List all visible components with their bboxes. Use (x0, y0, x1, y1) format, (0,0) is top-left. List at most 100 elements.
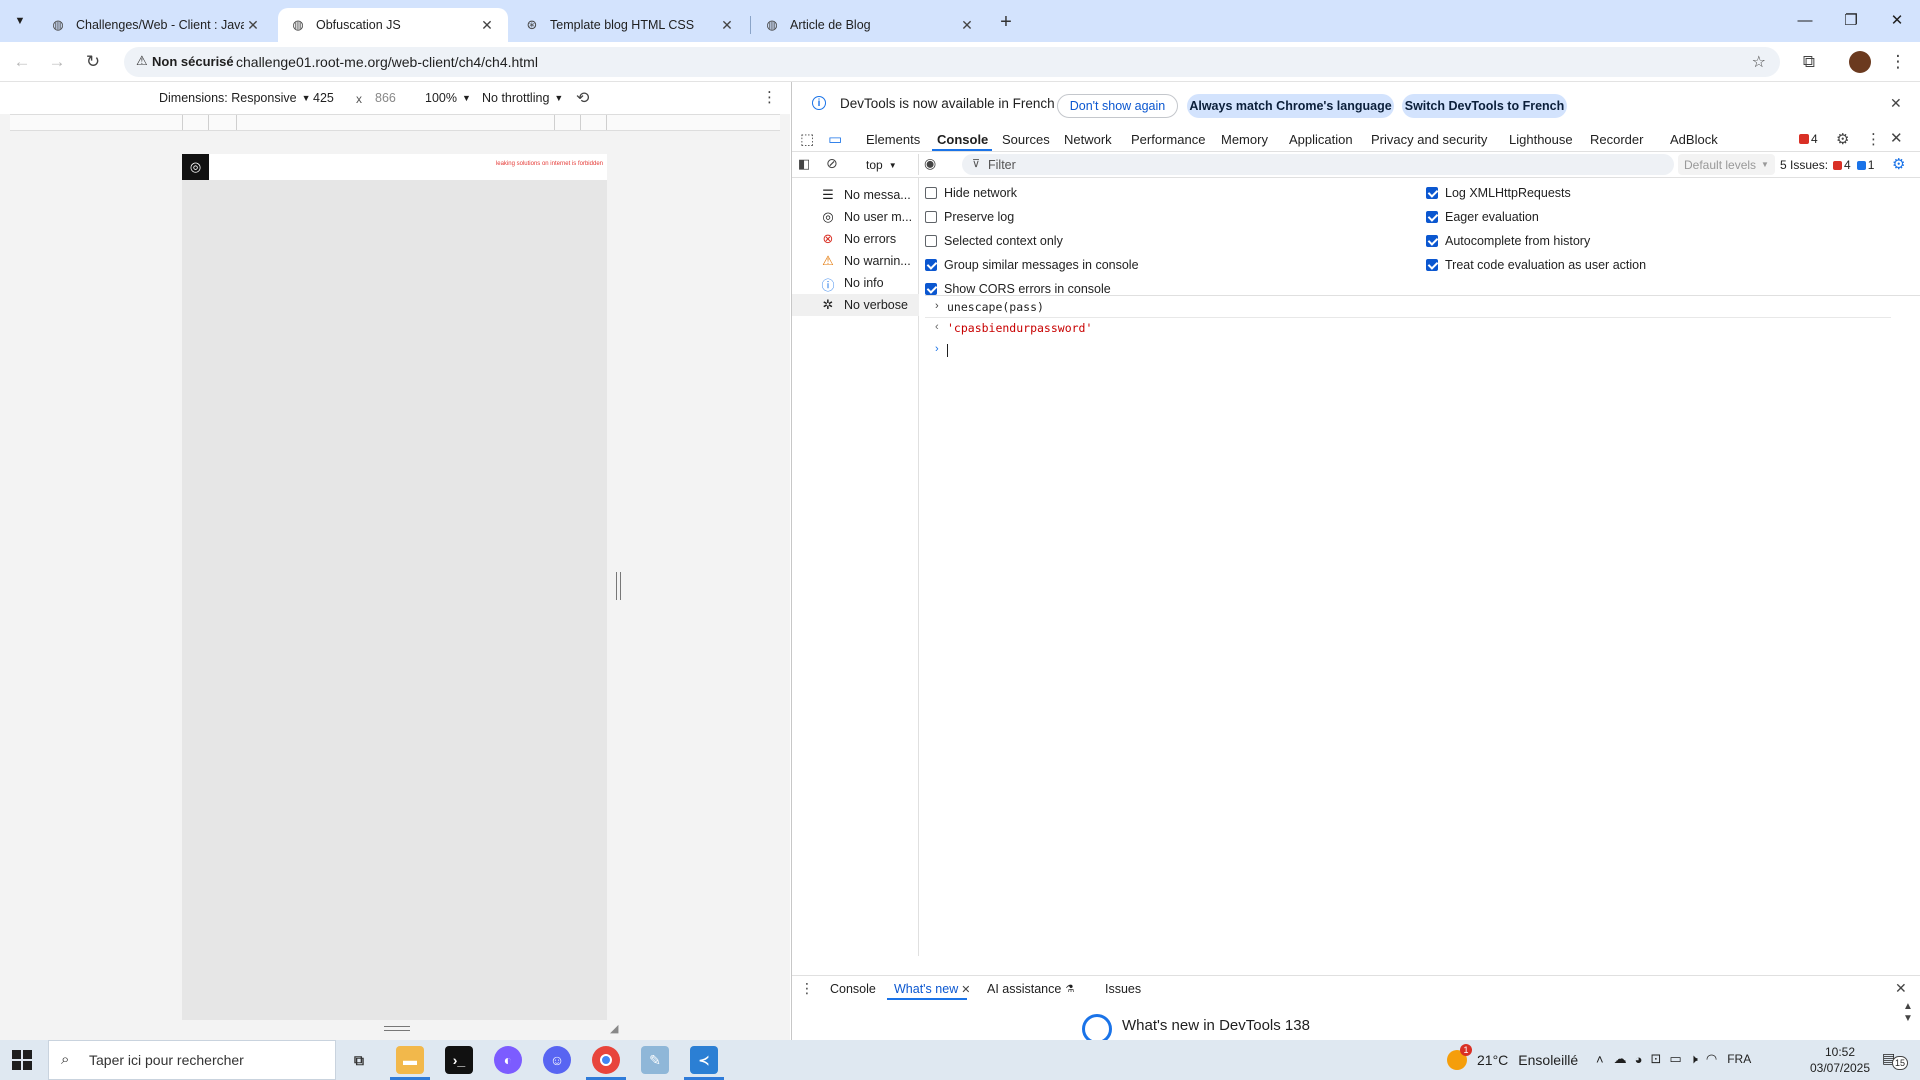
resize-handle-bottom[interactable] (384, 1026, 410, 1031)
infobar-close-button[interactable]: ✕ (1890, 95, 1902, 112)
rotate-button[interactable]: ⟲ (576, 88, 589, 108)
language-indicator[interactable]: FRA (1727, 1052, 1751, 1066)
drawer-tab-whats-new[interactable]: What's new ✕ (894, 982, 970, 996)
task-view-button[interactable]: ⧉ (345, 1046, 373, 1074)
zoom-dropdown[interactable]: 100% ▼ (425, 91, 471, 105)
dimensions-dropdown[interactable]: Dimensions: Responsive ▼ (159, 91, 310, 105)
chevron-up-icon[interactable]: ˄ (1596, 1052, 1604, 1067)
sidebar-item-verbose[interactable]: ✲ No verbose (792, 294, 919, 316)
filter-input[interactable]: ⊽ Filter (962, 154, 1674, 175)
tab-adblock[interactable]: AdBlock (1670, 132, 1718, 147)
close-drawer-button[interactable]: ✕ (1895, 980, 1907, 997)
console-prompt[interactable]: › (925, 339, 1891, 361)
group-similar-checkbox[interactable] (925, 259, 937, 271)
extensions-button[interactable]: ⧉ (1795, 48, 1823, 76)
cloud-icon[interactable]: ☁ (1614, 1051, 1627, 1067)
notepad-button[interactable]: ✎ (641, 1046, 669, 1074)
close-window-button[interactable]: ✕ (1874, 0, 1920, 40)
eager-evaluation-checkbox[interactable] (1426, 211, 1438, 223)
avatar[interactable] (1849, 51, 1871, 73)
selected-context-checkbox[interactable] (925, 235, 937, 247)
console-messages[interactable]: › unescape(pass) ‹ 'cpasbiendurpassword'… (925, 296, 1920, 936)
close-icon[interactable]: ✕ (958, 17, 976, 34)
tab-template-blog[interactable]: ⊛ Template blog HTML CSS ✕ (512, 8, 748, 42)
inspect-element-button[interactable]: ⬚ (800, 130, 814, 148)
always-match-language-button[interactable]: Always match Chrome's language (1187, 94, 1394, 118)
tab-sources[interactable]: Sources (1002, 132, 1050, 147)
weather-widget[interactable]: 1 21°C Ensoleillé (1447, 1044, 1578, 1070)
browser-menu-button[interactable]: ⋮ (1884, 48, 1912, 76)
drawer-scrollbar[interactable]: ▲ ▼ (1903, 1001, 1913, 1025)
root-me-logo[interactable]: ◎ (182, 154, 209, 180)
security-label[interactable]: Non sécurisé (152, 54, 234, 69)
back-button[interactable]: ← (8, 48, 36, 76)
discord-button[interactable]: ☺ (543, 1046, 571, 1074)
close-icon[interactable]: ✕ (718, 17, 736, 34)
throttling-dropdown[interactable]: No throttling ▼ (482, 91, 563, 105)
show-cors-checkbox[interactable] (925, 283, 937, 295)
wifi-icon[interactable]: ◠ (1706, 1051, 1717, 1067)
tab-challenges[interactable]: ◍ Challenges/Web - Client : Javas ✕ (38, 8, 274, 42)
tab-search-button[interactable]: ▼ (8, 9, 32, 33)
toggle-sidebar-button[interactable]: ◧ (798, 156, 810, 172)
tab-article-blog[interactable]: ◍ Article de Blog ✕ (752, 8, 988, 42)
hide-network-checkbox[interactable] (925, 187, 937, 199)
notification-center-button[interactable]: ▤ 15 (1882, 1050, 1908, 1070)
dont-show-again-button[interactable]: Don't show again (1057, 94, 1178, 118)
taskbar-search[interactable]: ⌕ Taper ici pour rechercher (48, 1040, 336, 1080)
tab-lighthouse[interactable]: Lighthouse (1509, 132, 1573, 147)
issues-button[interactable]: 5 Issues: 4 1 (1780, 158, 1874, 172)
sidebar-item-info[interactable]: ⓘ No info (792, 272, 919, 294)
tab-memory[interactable]: Memory (1221, 132, 1268, 147)
minimize-button[interactable]: — (1782, 0, 1828, 40)
copilot-button[interactable]: ◐ (494, 1046, 522, 1074)
battery-icon[interactable]: ▭ (1669, 1051, 1681, 1067)
close-icon[interactable]: ✕ (478, 17, 496, 34)
forward-button[interactable]: → (43, 48, 71, 76)
treat-eval-user-action-checkbox[interactable] (1426, 259, 1438, 271)
reload-button[interactable]: ↻ (79, 48, 107, 76)
url-text[interactable]: challenge01.root-me.org/web-client/ch4/c… (236, 54, 538, 70)
file-explorer-button[interactable]: ▬ (396, 1046, 424, 1074)
tab-privacy-security[interactable]: Privacy and security (1371, 132, 1487, 147)
network-drive-icon[interactable]: ◕ (1635, 1052, 1643, 1067)
close-icon[interactable]: ✕ (961, 983, 970, 996)
log-levels-dropdown[interactable]: Default levels ▼ (1678, 154, 1775, 175)
device-options-button[interactable]: ⋮ (762, 88, 777, 106)
preserve-log-checkbox[interactable] (925, 211, 937, 223)
autocomplete-history-checkbox[interactable] (1426, 235, 1438, 247)
drawer-menu-button[interactable]: ⋮ (800, 980, 814, 997)
tab-elements[interactable]: Elements (866, 132, 920, 147)
drawer-tab-console[interactable]: Console (830, 982, 876, 996)
sidebar-item-errors[interactable]: ⊗ No errors (792, 228, 919, 250)
new-tab-button[interactable]: + (992, 8, 1020, 36)
error-counter[interactable]: 4 (1799, 132, 1818, 146)
width-input[interactable]: 425 (310, 89, 352, 107)
tab-performance[interactable]: Performance (1131, 132, 1205, 147)
console-settings-button[interactable]: ⚙ (1892, 155, 1905, 173)
tab-network[interactable]: Network (1064, 132, 1112, 147)
start-button[interactable] (12, 1050, 32, 1070)
switch-to-french-button[interactable]: Switch DevTools to French (1402, 94, 1567, 118)
restore-button[interactable]: ❐ (1828, 0, 1874, 40)
tab-obfuscation-js[interactable]: ◍ Obfuscation JS ✕ (278, 8, 508, 42)
height-input[interactable]: 866 (371, 89, 413, 107)
log-xhr-checkbox[interactable] (1426, 187, 1438, 199)
drawer-tab-ai-assistance[interactable]: AI assistance ⚗ (987, 982, 1074, 996)
close-icon[interactable]: ✕ (244, 17, 262, 34)
resize-handle-right[interactable] (616, 572, 621, 600)
terminal-button[interactable]: ›_ (445, 1046, 473, 1074)
live-expression-button[interactable]: ◉ (924, 155, 936, 172)
sidebar-item-warnings[interactable]: ⚠ No warnin... (792, 250, 919, 272)
speaker-muted-icon[interactable]: 🕨 (1690, 1051, 1698, 1067)
tab-application[interactable]: Application (1289, 132, 1353, 147)
settings-button[interactable]: ⚙ (1836, 130, 1849, 148)
media-query-ruler[interactable] (10, 114, 780, 131)
capture-icon[interactable]: ⊡ (1650, 1051, 1661, 1067)
drawer-tab-issues[interactable]: Issues (1105, 982, 1141, 996)
sidebar-item-messages[interactable]: ☰ No messa... (792, 184, 919, 206)
chrome-button[interactable] (592, 1046, 620, 1074)
sidebar-item-user-messages[interactable]: ◎ No user m... (792, 206, 919, 228)
close-devtools-button[interactable]: ✕ (1890, 129, 1903, 147)
clear-console-button[interactable]: ⊘ (826, 155, 838, 172)
